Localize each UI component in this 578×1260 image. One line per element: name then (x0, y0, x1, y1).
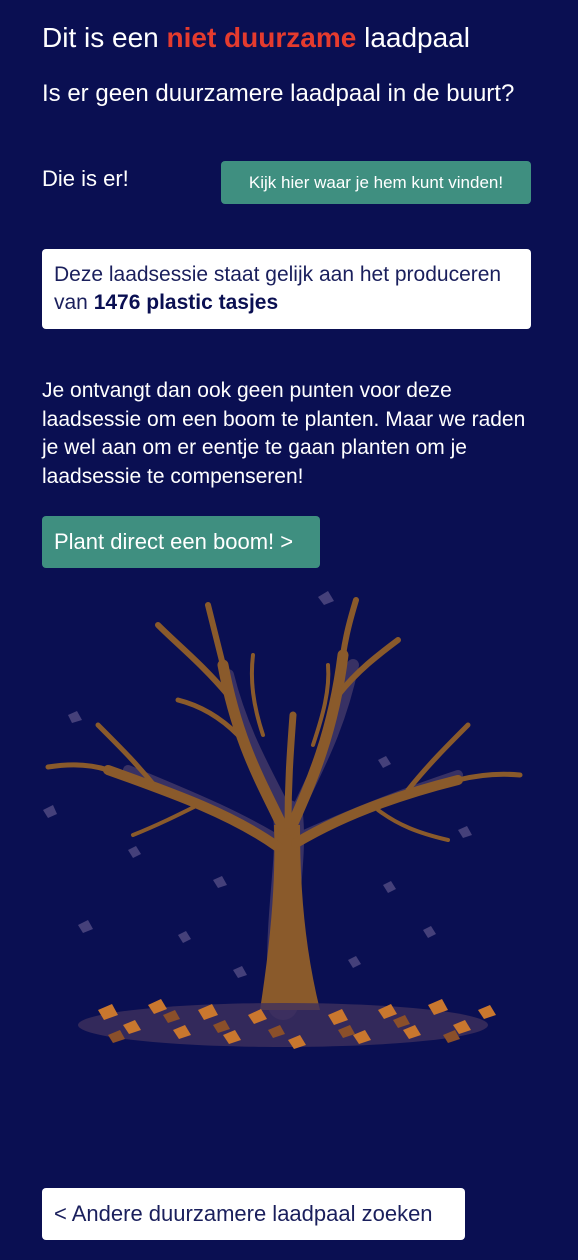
title-prefix: Dit is een (42, 22, 159, 53)
alternative-answer: Die is er! (42, 166, 129, 191)
alternative-question: Is er geen duurzamere laadpaal in de buu… (42, 80, 515, 107)
title-highlight: niet duurzame (166, 22, 357, 53)
plant-tree-button[interactable]: Plant direct een boom! > (42, 516, 320, 568)
impact-info-box: Deze laadsessie staat gelijk aan het pro… (42, 249, 531, 329)
impact-amount: 1476 plastic tasjes (93, 291, 279, 314)
title-suffix: laadpaal (364, 22, 470, 53)
compensation-message: Je ontvangt dan ook geen punten voor dez… (42, 379, 526, 488)
find-charger-button[interactable]: Kijk hier waar je hem kunt vinden! (221, 161, 531, 204)
bare-tree-icon (43, 591, 523, 1049)
search-other-charger-button[interactable]: < Andere duurzamere laadpaal zoeken (42, 1188, 465, 1240)
page-title: Dit is een niet duurzame laadpaal (42, 18, 562, 58)
